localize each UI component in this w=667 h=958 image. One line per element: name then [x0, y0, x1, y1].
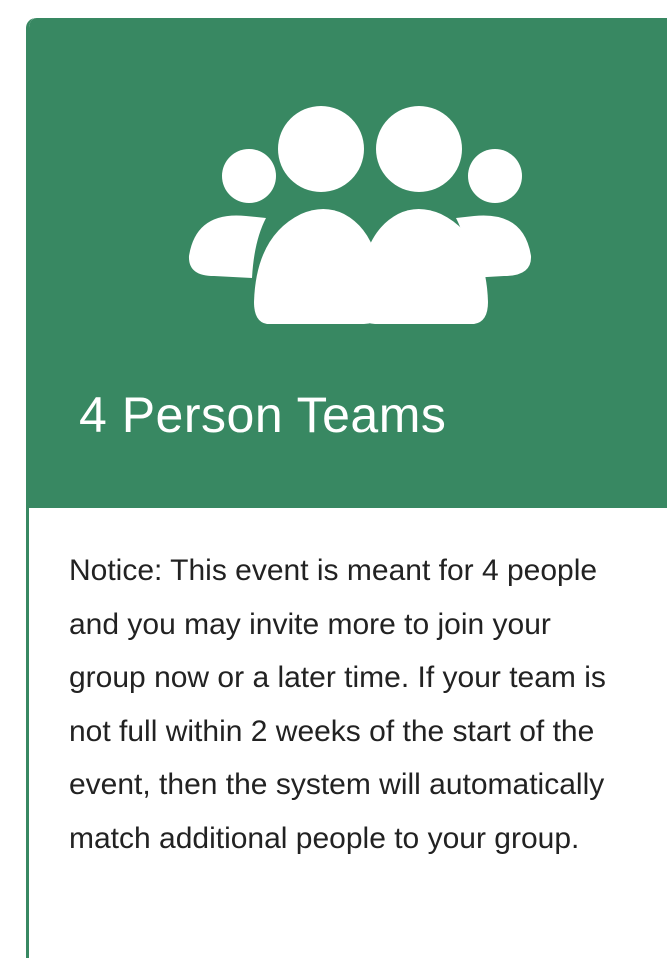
card-title: 4 Person Teams — [79, 387, 447, 443]
card-header: 4 Person Teams — [29, 18, 667, 508]
team-size-card[interactable]: 4 Person Teams Notice: This event is mea… — [26, 18, 667, 958]
group-of-people-icon — [188, 106, 532, 324]
card-body: Notice: This event is meant for 4 people… — [29, 508, 667, 958]
notice-text: Notice: This event is meant for 4 people… — [69, 554, 606, 855]
